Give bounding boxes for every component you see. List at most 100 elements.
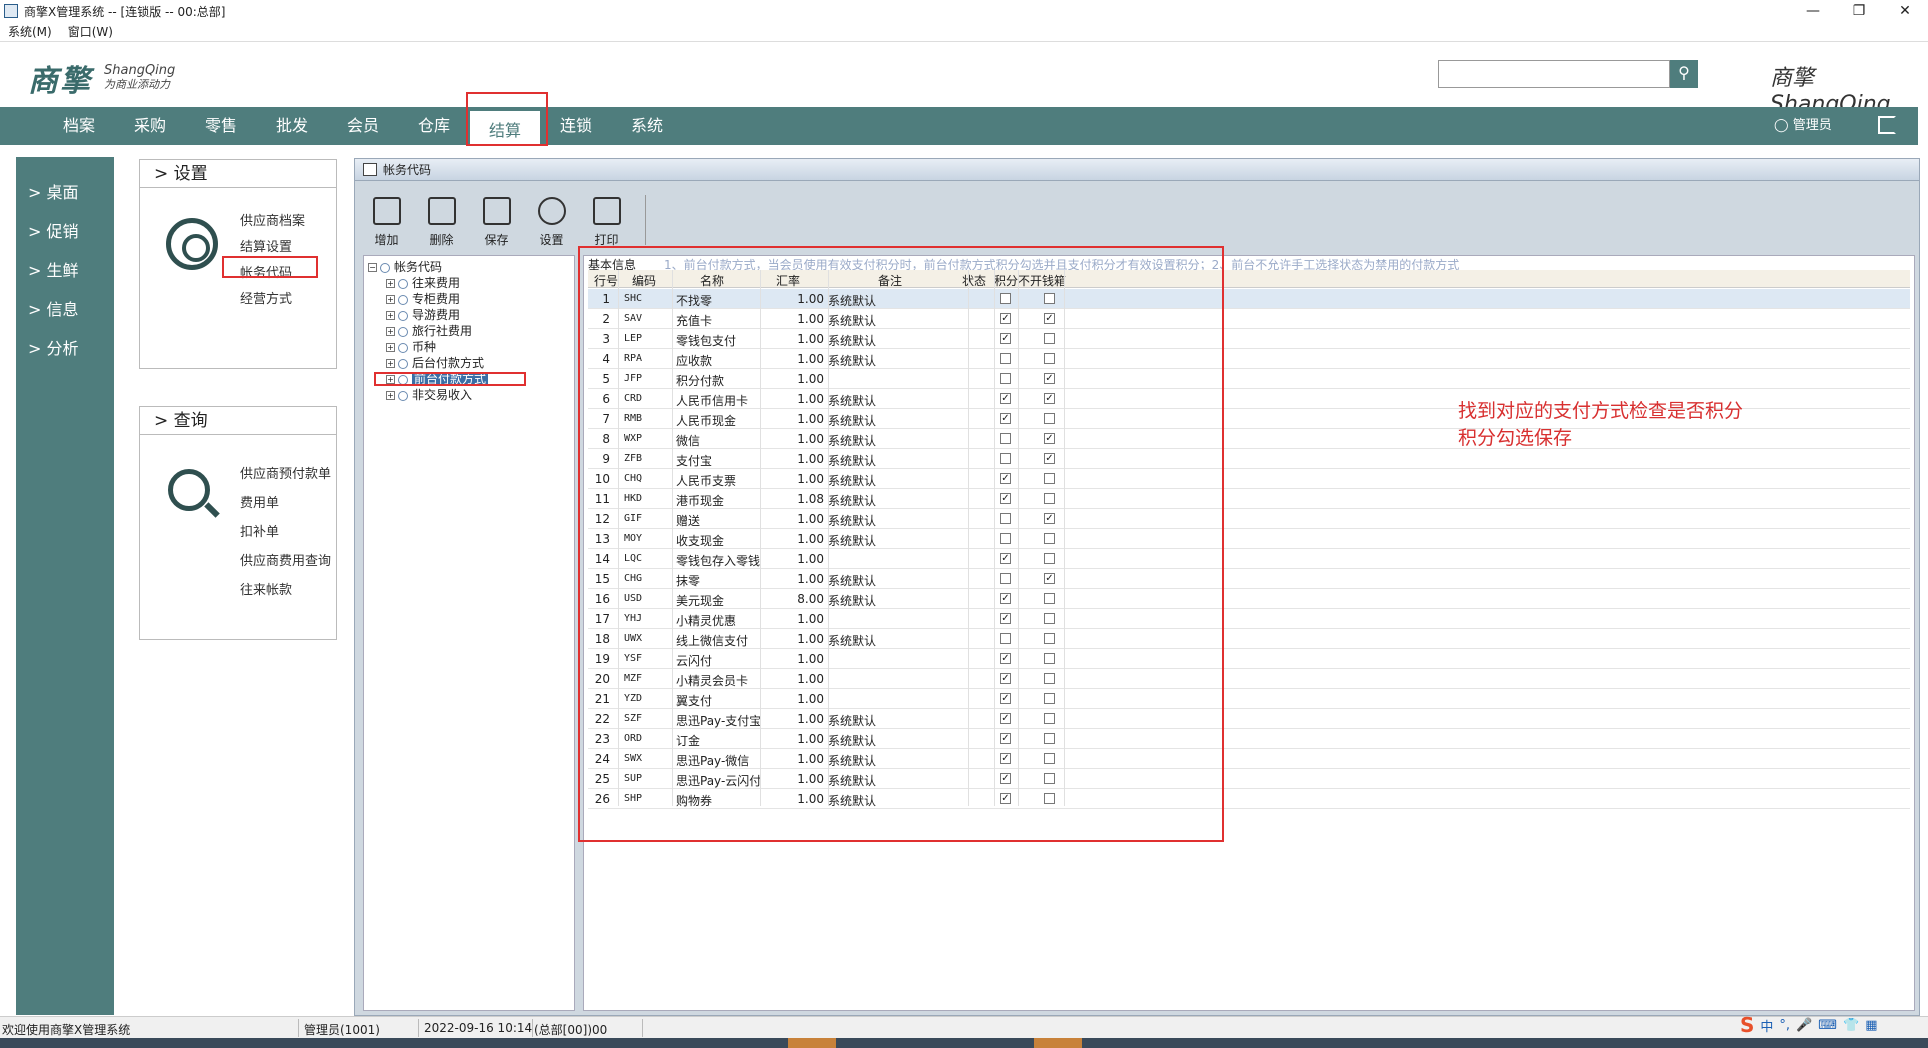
points-checkbox[interactable]: ✓: [1000, 613, 1011, 624]
nav-retail[interactable]: 零售: [186, 107, 256, 145]
points-checkbox[interactable]: [1000, 373, 1011, 384]
no-drawer-checkbox[interactable]: ✓: [1044, 393, 1055, 404]
points-checkbox[interactable]: ✓: [1000, 313, 1011, 324]
expand-icon[interactable]: +: [386, 359, 395, 368]
points-checkbox[interactable]: ✓: [1000, 693, 1011, 704]
expand-icon[interactable]: +: [386, 311, 395, 320]
no-drawer-checkbox[interactable]: ✓: [1044, 513, 1055, 524]
no-drawer-checkbox[interactable]: ✓: [1044, 453, 1055, 464]
points-checkbox[interactable]: ✓: [1000, 713, 1011, 724]
points-checkbox[interactable]: ✓: [1000, 653, 1011, 664]
table-row[interactable]: 10 CHQ 人民币支票 1.00 系统默认 ✓: [588, 469, 1910, 489]
table-row[interactable]: 21 YZD 翼支付 1.00 ✓: [588, 689, 1910, 709]
ime-punct[interactable]: °,: [1779, 1018, 1790, 1033]
tree-node[interactable]: + 专柜费用: [386, 290, 460, 307]
points-checkbox[interactable]: ✓: [1000, 593, 1011, 604]
logout-icon[interactable]: [1878, 116, 1896, 134]
no-drawer-checkbox[interactable]: [1044, 673, 1055, 684]
tree-node[interactable]: + 非交易收入: [386, 386, 472, 403]
no-drawer-checkbox[interactable]: [1044, 533, 1055, 544]
search-input[interactable]: [1438, 60, 1670, 88]
table-row[interactable]: 1 SHC 不找零 1.00 系统默认: [588, 289, 1910, 309]
table-row[interactable]: 11 HKD 港币现金 1.08 系统默认 ✓: [588, 489, 1910, 509]
keyboard-icon[interactable]: ⌨: [1818, 1018, 1837, 1033]
no-drawer-checkbox[interactable]: ✓: [1044, 373, 1055, 384]
points-checkbox[interactable]: ✓: [1000, 793, 1011, 804]
no-drawer-checkbox[interactable]: [1044, 733, 1055, 744]
ime-lang[interactable]: 中: [1760, 1016, 1773, 1035]
link-accounts[interactable]: 往来帐款: [240, 579, 292, 598]
table-row[interactable]: 16 USD 美元现金 8.00 系统默认 ✓: [588, 589, 1910, 609]
expand-icon[interactable]: +: [386, 327, 395, 336]
points-checkbox[interactable]: ✓: [1000, 773, 1011, 784]
no-drawer-checkbox[interactable]: [1044, 413, 1055, 424]
table-row[interactable]: 14 LQC 零钱包存入零钱 1.00 ✓: [588, 549, 1910, 569]
table-row[interactable]: 24 SWX 思迅Pay-微信 1.00 系统默认 ✓: [588, 749, 1910, 769]
no-drawer-checkbox[interactable]: ✓: [1044, 573, 1055, 584]
no-drawer-checkbox[interactable]: [1044, 793, 1055, 804]
expand-icon[interactable]: +: [386, 375, 395, 384]
nav-warehouse[interactable]: 仓库: [399, 107, 469, 145]
no-drawer-checkbox[interactable]: [1044, 613, 1055, 624]
points-checkbox[interactable]: [1000, 513, 1011, 524]
sogou-icon[interactable]: S: [1740, 1013, 1754, 1037]
close-button[interactable]: ✕: [1882, 0, 1928, 22]
points-checkbox[interactable]: [1000, 453, 1011, 464]
table-row[interactable]: 2 SAV 充值卡 1.00 系统默认 ✓ ✓: [588, 309, 1910, 329]
expand-icon[interactable]: +: [386, 343, 395, 352]
link-settlement-settings[interactable]: 结算设置: [240, 236, 292, 255]
settings-button[interactable]: 设置: [524, 195, 579, 247]
nav-system[interactable]: 系统: [612, 107, 682, 145]
points-checkbox[interactable]: [1000, 353, 1011, 364]
tree-node[interactable]: + 币种: [386, 338, 436, 355]
skin-icon[interactable]: 👕: [1843, 1018, 1859, 1033]
table-row[interactable]: 3 LEP 零钱包支付 1.00 系统默认 ✓: [588, 329, 1910, 349]
no-drawer-checkbox[interactable]: [1044, 753, 1055, 764]
sidebar-item-analysis[interactable]: > 分析: [28, 335, 79, 359]
mic-icon[interactable]: 🎤: [1796, 1018, 1812, 1033]
add-button[interactable]: 增加: [359, 195, 414, 247]
nav-wholesale[interactable]: 批发: [257, 107, 327, 145]
points-checkbox[interactable]: ✓: [1000, 473, 1011, 484]
user-menu[interactable]: ◯ 管理员: [1774, 107, 1832, 145]
points-checkbox[interactable]: ✓: [1000, 753, 1011, 764]
collapse-icon[interactable]: −: [368, 263, 377, 272]
no-drawer-checkbox[interactable]: [1044, 473, 1055, 484]
sidebar-item-promotion[interactable]: > 促销: [28, 218, 79, 242]
points-checkbox[interactable]: [1000, 433, 1011, 444]
points-checkbox[interactable]: ✓: [1000, 333, 1011, 344]
print-button[interactable]: 打印: [579, 195, 634, 247]
col-no-drawer[interactable]: 不开钱箱: [1018, 272, 1066, 289]
link-account-code[interactable]: 帐务代码: [240, 262, 292, 281]
no-drawer-checkbox[interactable]: [1044, 593, 1055, 604]
sidebar-item-info[interactable]: > 信息: [28, 296, 79, 320]
table-row[interactable]: 5 JFP 积分付款 1.00 ✓: [588, 369, 1910, 389]
table-row[interactable]: 20 MZF 小精灵会员卡 1.00 ✓: [588, 669, 1910, 689]
points-checkbox[interactable]: [1000, 573, 1011, 584]
points-checkbox[interactable]: ✓: [1000, 413, 1011, 424]
table-row[interactable]: 12 GIF 赠送 1.00 系统默认 ✓: [588, 509, 1910, 529]
col-code[interactable]: 编码: [632, 272, 656, 289]
taskbar-app[interactable]: [1034, 1038, 1082, 1048]
table-row[interactable]: 17 YHJ 小精灵优惠 1.00 ✓: [588, 609, 1910, 629]
minimize-button[interactable]: —: [1790, 0, 1836, 22]
nav-purchase[interactable]: 采购: [115, 107, 185, 145]
menu-system[interactable]: 系统(M): [8, 23, 52, 40]
search-button[interactable]: ⚲: [1670, 60, 1698, 88]
sidebar-item-desktop[interactable]: > 桌面: [28, 179, 79, 203]
points-checkbox[interactable]: [1000, 293, 1011, 304]
delete-button[interactable]: 删除: [414, 195, 469, 247]
no-drawer-checkbox[interactable]: [1044, 773, 1055, 784]
table-row[interactable]: 23 ORD 订金 1.00 系统默认 ✓: [588, 729, 1910, 749]
no-drawer-checkbox[interactable]: [1044, 653, 1055, 664]
toolbox-icon[interactable]: ▦: [1865, 1018, 1877, 1033]
points-checkbox[interactable]: [1000, 533, 1011, 544]
col-name[interactable]: 名称: [700, 272, 724, 289]
link-business-mode[interactable]: 经营方式: [240, 288, 292, 307]
tree-node[interactable]: + 往来费用: [386, 274, 460, 291]
tree-node[interactable]: + 旅行社费用: [386, 322, 472, 339]
sidebar-item-fresh[interactable]: > 生鲜: [28, 257, 79, 281]
table-row[interactable]: 22 SZF 思迅Pay-支付宝 1.00 系统默认 ✓: [588, 709, 1910, 729]
expand-icon[interactable]: +: [386, 279, 395, 288]
points-checkbox[interactable]: [1000, 633, 1011, 644]
